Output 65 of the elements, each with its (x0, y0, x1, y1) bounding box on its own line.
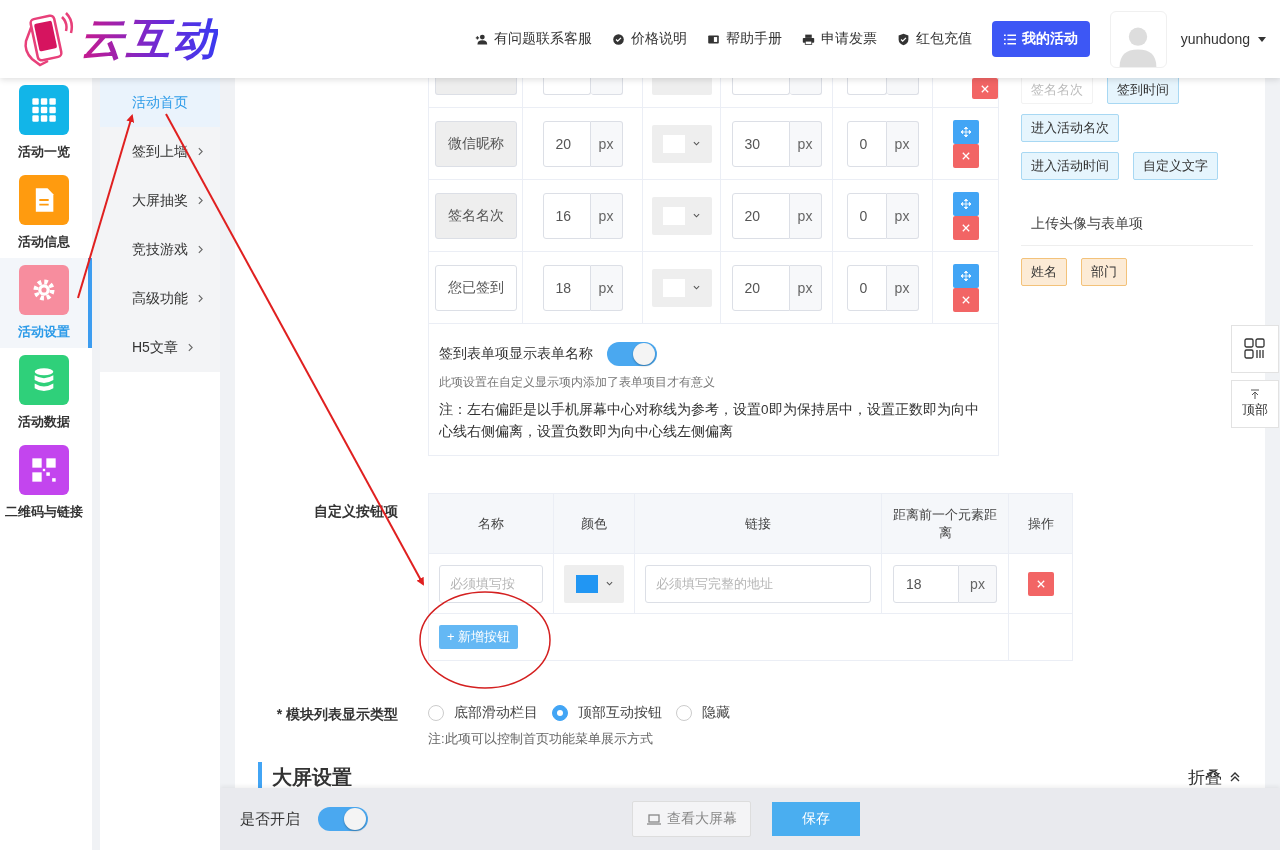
nav-link[interactable]: 红包充值 (896, 30, 972, 48)
top-input[interactable]: 30 (731, 120, 790, 167)
submenu-item[interactable]: 高级功能 (100, 274, 220, 323)
size-input[interactable]: 20 (542, 120, 591, 167)
form-heading: 上传头像与表单项 (1031, 215, 1143, 231)
left-input[interactable]: 0 (846, 264, 887, 311)
user-menu[interactable]: yunhudong (1180, 31, 1266, 47)
sidebar-item[interactable]: 二维码与链接 (0, 438, 92, 528)
link-input[interactable]: 必须填写完整的地址 (645, 564, 871, 603)
form-tag[interactable]: 部门 (1081, 258, 1127, 286)
my-activities-button[interactable]: 我的活动 (991, 21, 1090, 57)
radio-option[interactable]: 顶部互动按钮 (552, 704, 662, 722)
enable-label: 是否开启 (240, 809, 300, 829)
unit-addon: px (590, 120, 623, 167)
sidebar-item[interactable]: 活动一览 (0, 78, 92, 168)
sidebar-item[interactable]: 活动数据 (0, 348, 92, 438)
field-label: * 模块列表显示类型 (275, 705, 398, 724)
field-tag[interactable]: 签到时间 (1107, 78, 1179, 104)
field-tag[interactable]: 自定义文字 (1133, 152, 1218, 180)
column-header: 链接 (635, 494, 882, 553)
column-header: 颜色 (554, 494, 635, 553)
section-title: 大屏设置 (272, 764, 352, 790)
nav-link[interactable]: 有问题联系客服 (474, 30, 592, 48)
field-tag[interactable]: 进入活动时间 (1021, 152, 1119, 180)
label-input[interactable]: 您已签到 (434, 264, 517, 311)
note-text: 注:此项可以控制首页功能菜单展示方式 (428, 730, 654, 748)
unit-addon: px (886, 120, 919, 167)
back-to-top-button[interactable]: 顶部 (1231, 380, 1279, 428)
size-input[interactable]: 18 (542, 264, 591, 311)
submenu-item[interactable]: 竞技游戏 (100, 225, 220, 274)
collapse-link[interactable]: 折叠 (1188, 765, 1240, 789)
unit-addon: px (590, 192, 623, 239)
hint-text: 此项设置在自定义显示项内添加了表单项目才有意义 (439, 374, 716, 391)
left-input[interactable]: 0 (846, 120, 887, 167)
name-input[interactable]: 必须填写按 (439, 564, 543, 603)
sidebar-item[interactable]: 活动信息 (0, 168, 92, 258)
nav-link[interactable]: 价格说明 (611, 30, 687, 48)
field-tag[interactable]: 进入活动名次 (1021, 114, 1119, 142)
unit-addon: px (789, 192, 822, 239)
radio-option[interactable]: 底部滑动栏目 (428, 704, 538, 722)
label-field[interactable]: 签名名次 (434, 192, 517, 239)
label-field[interactable]: 微信昵称 (434, 120, 517, 167)
unit-addon: px (590, 264, 623, 311)
form-tag[interactable]: 姓名 (1021, 258, 1067, 286)
unit-addon: px (789, 264, 822, 311)
unit-addon: px (959, 564, 997, 603)
unit-addon: px (886, 264, 919, 311)
radio-option[interactable]: 隐藏 (676, 704, 730, 722)
nav-link[interactable]: 帮助手册 (706, 30, 782, 48)
note-text: 注：左右偏距是以手机屏幕中心对称线为参考，设置0即为保持居中，设置正数即为向中心线右侧偏离，设置负数即为向中心线左侧偏离 (439, 401, 980, 441)
submenu-item[interactable]: 大屏抽奖 (100, 176, 220, 225)
size-input[interactable]: 16 (542, 192, 591, 239)
top-input[interactable]: 20 (731, 264, 790, 311)
distance-input[interactable]: 18 (893, 564, 959, 603)
top-input[interactable]: 20 (731, 192, 790, 239)
unit-addon: px (789, 120, 822, 167)
unit-addon: px (886, 192, 919, 239)
nav-link[interactable]: 申请发票 (801, 30, 877, 48)
left-input[interactable]: 0 (846, 192, 887, 239)
column-header: 距离前一个元素距离 (882, 494, 1009, 553)
column-header: 操作 (1026, 514, 1055, 533)
column-header: 名称 (429, 494, 554, 553)
toggle-label: 签到表单项显示表单名称 (439, 345, 593, 363)
submenu-item[interactable]: H5文章 (100, 323, 220, 372)
submenu-item[interactable]: 签到上墙 (100, 127, 220, 176)
